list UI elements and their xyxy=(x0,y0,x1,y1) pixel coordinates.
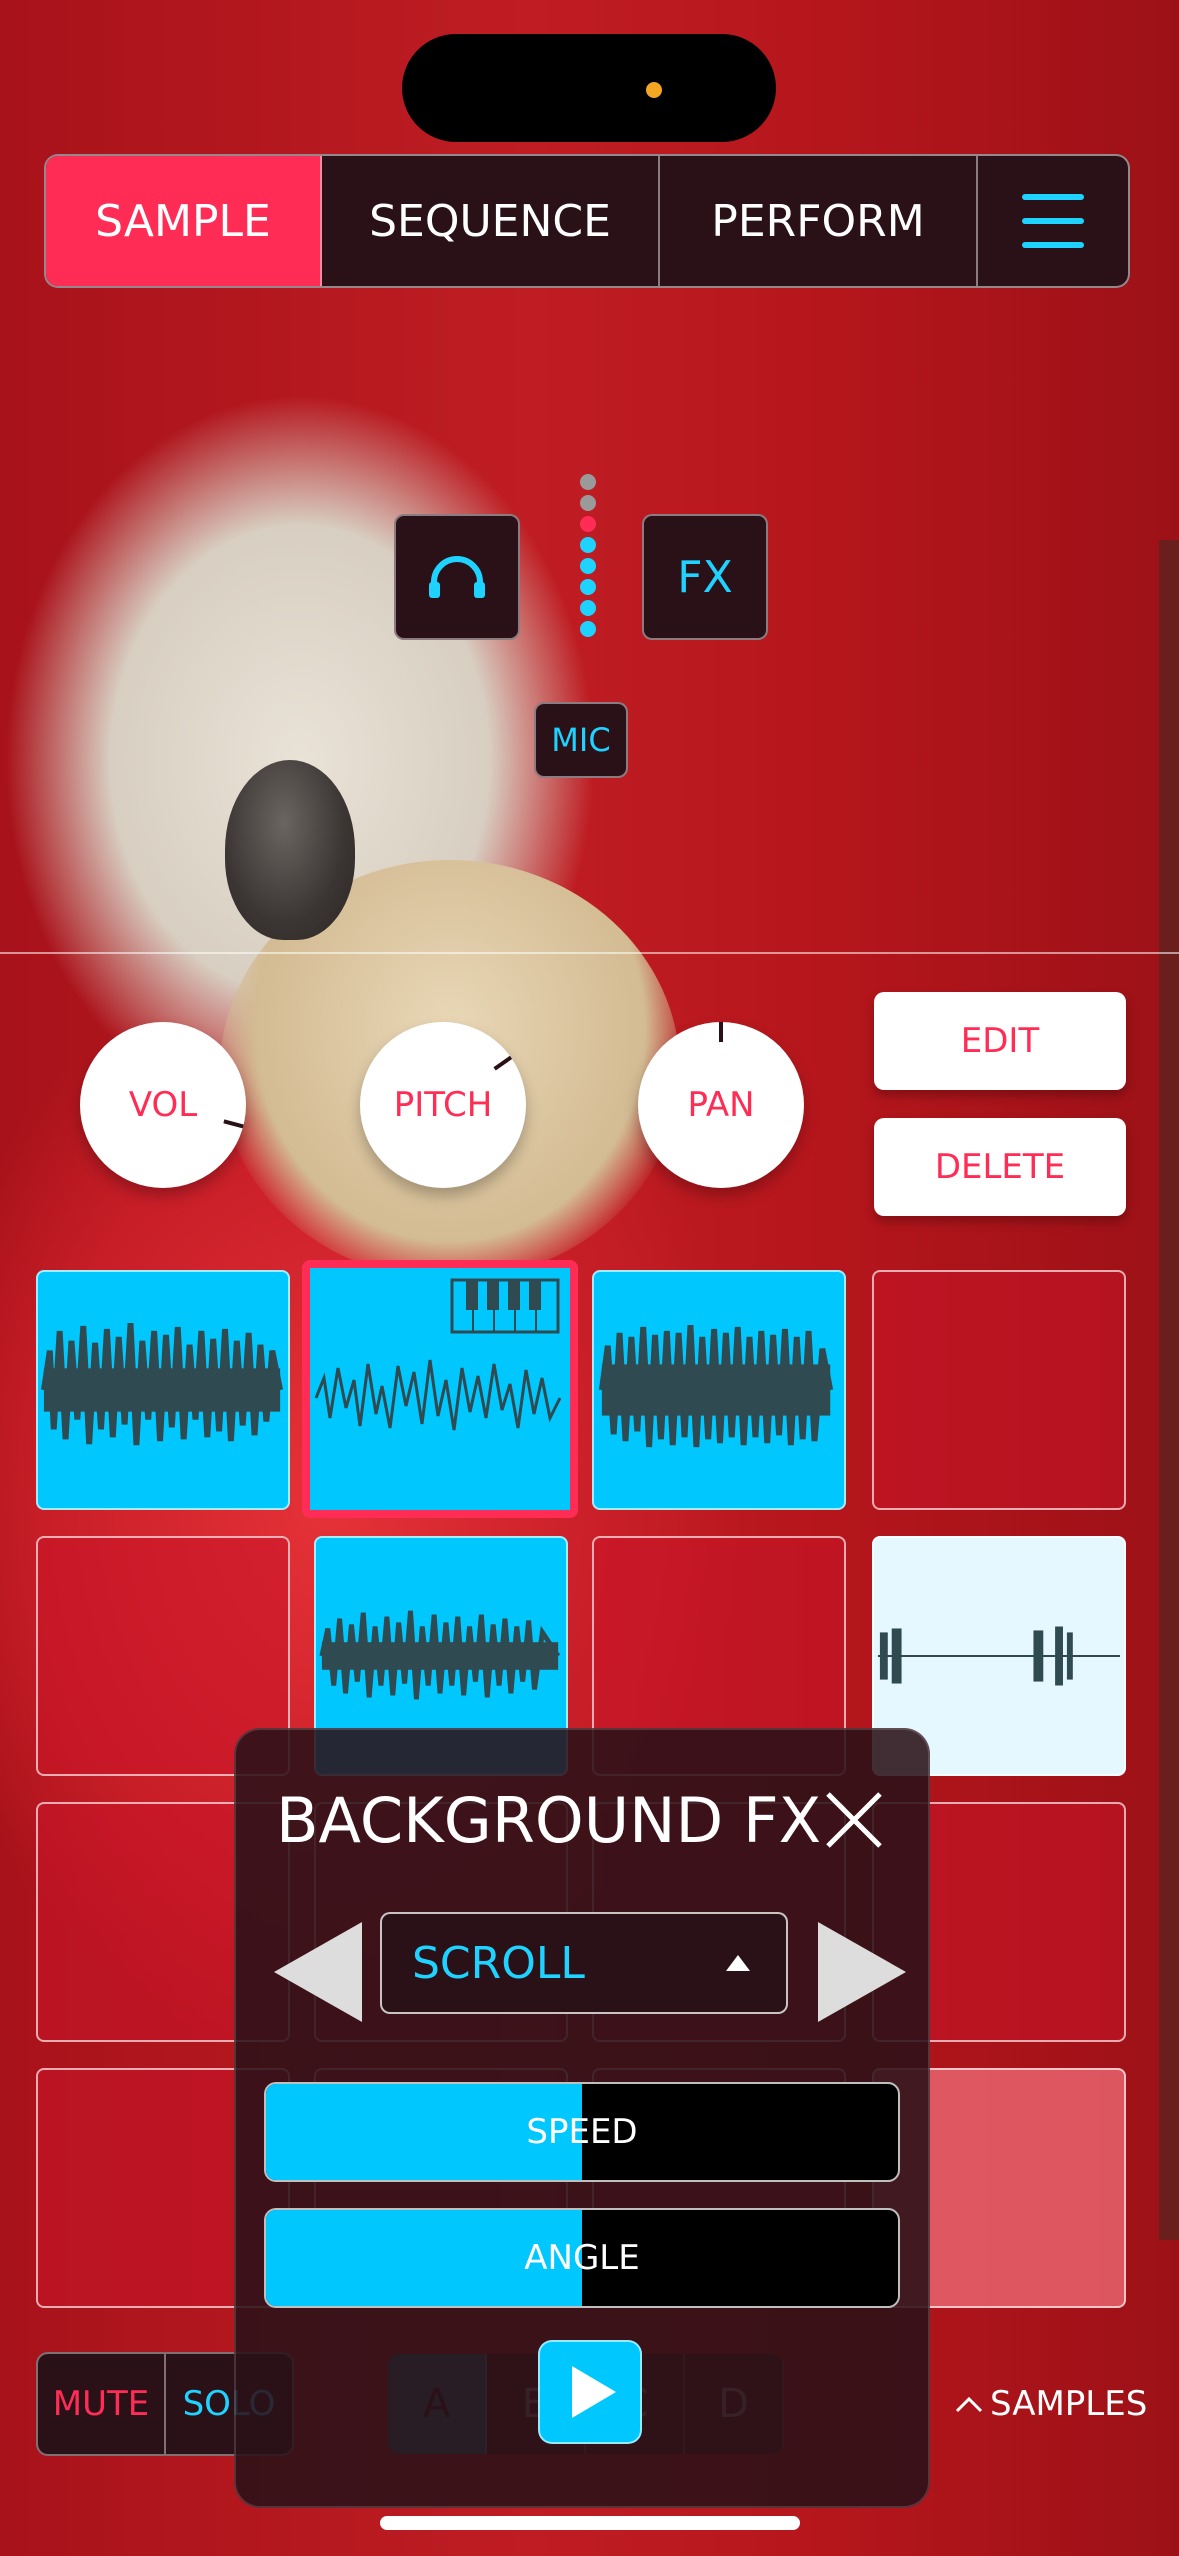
edit-button[interactable]: EDIT xyxy=(874,992,1126,1090)
panel-title: BACKGROUND FX xyxy=(276,1784,822,1857)
sample-pad[interactable] xyxy=(592,1270,846,1510)
hamburger-menu-icon xyxy=(1022,194,1084,248)
mute-button[interactable]: MUTE xyxy=(38,2354,166,2454)
waveform-graphic xyxy=(598,1324,834,1448)
tab-sample[interactable]: SAMPLE xyxy=(46,156,322,286)
waveform-graphic xyxy=(40,1322,284,1446)
vol-knob[interactable]: VOL xyxy=(80,1022,246,1188)
mode-tabs: SAMPLE SEQUENCE PERFORM xyxy=(44,154,1130,288)
next-effect-arrow-icon[interactable] xyxy=(818,1922,906,2022)
sample-pad[interactable] xyxy=(36,1270,290,1510)
sample-pad-selected[interactable] xyxy=(302,1260,578,1518)
menu-button[interactable] xyxy=(978,156,1128,286)
pan-knob[interactable]: PAN xyxy=(638,1022,804,1188)
divider-line xyxy=(0,952,1179,954)
input-level-meter xyxy=(580,474,596,642)
piano-keys-icon xyxy=(450,1278,560,1334)
caret-up-icon xyxy=(726,1955,750,1971)
play-icon xyxy=(572,2366,616,2418)
dynamic-island xyxy=(402,34,776,142)
headphones-icon xyxy=(429,556,485,598)
fx-button[interactable]: FX xyxy=(642,514,768,640)
previous-effect-arrow-icon[interactable] xyxy=(274,1922,362,2022)
sample-pad-empty[interactable] xyxy=(872,1270,1126,1510)
speed-slider-label: SPEED xyxy=(526,2112,638,2152)
samples-label: SAMPLES xyxy=(990,2384,1148,2424)
angle-slider[interactable]: ANGLE xyxy=(264,2208,900,2308)
speed-slider[interactable]: SPEED xyxy=(264,2082,900,2182)
pan-knob-label: PAN xyxy=(687,1085,755,1125)
home-indicator xyxy=(380,2516,800,2530)
delete-button[interactable]: DELETE xyxy=(874,1118,1126,1216)
effect-select-value: SCROLL xyxy=(412,1937,585,1989)
effect-select[interactable]: SCROLL xyxy=(380,1912,788,2014)
mic-button[interactable]: MIC xyxy=(534,702,628,778)
headphones-monitor-button[interactable] xyxy=(394,514,520,640)
pitch-knob-label: PITCH xyxy=(393,1085,493,1125)
vol-knob-label: VOL xyxy=(128,1085,198,1125)
close-icon[interactable] xyxy=(824,1790,884,1850)
tab-sequence[interactable]: SEQUENCE xyxy=(322,156,660,286)
tab-perform[interactable]: PERFORM xyxy=(660,156,978,286)
privacy-indicator-dot xyxy=(646,82,662,98)
pitch-knob[interactable]: PITCH xyxy=(360,1022,526,1188)
samples-drawer-button[interactable]: SAMPLES xyxy=(954,2384,1147,2424)
angle-slider-label: ANGLE xyxy=(524,2238,640,2278)
chevron-up-icon xyxy=(955,2396,983,2413)
play-button[interactable] xyxy=(538,2340,642,2444)
